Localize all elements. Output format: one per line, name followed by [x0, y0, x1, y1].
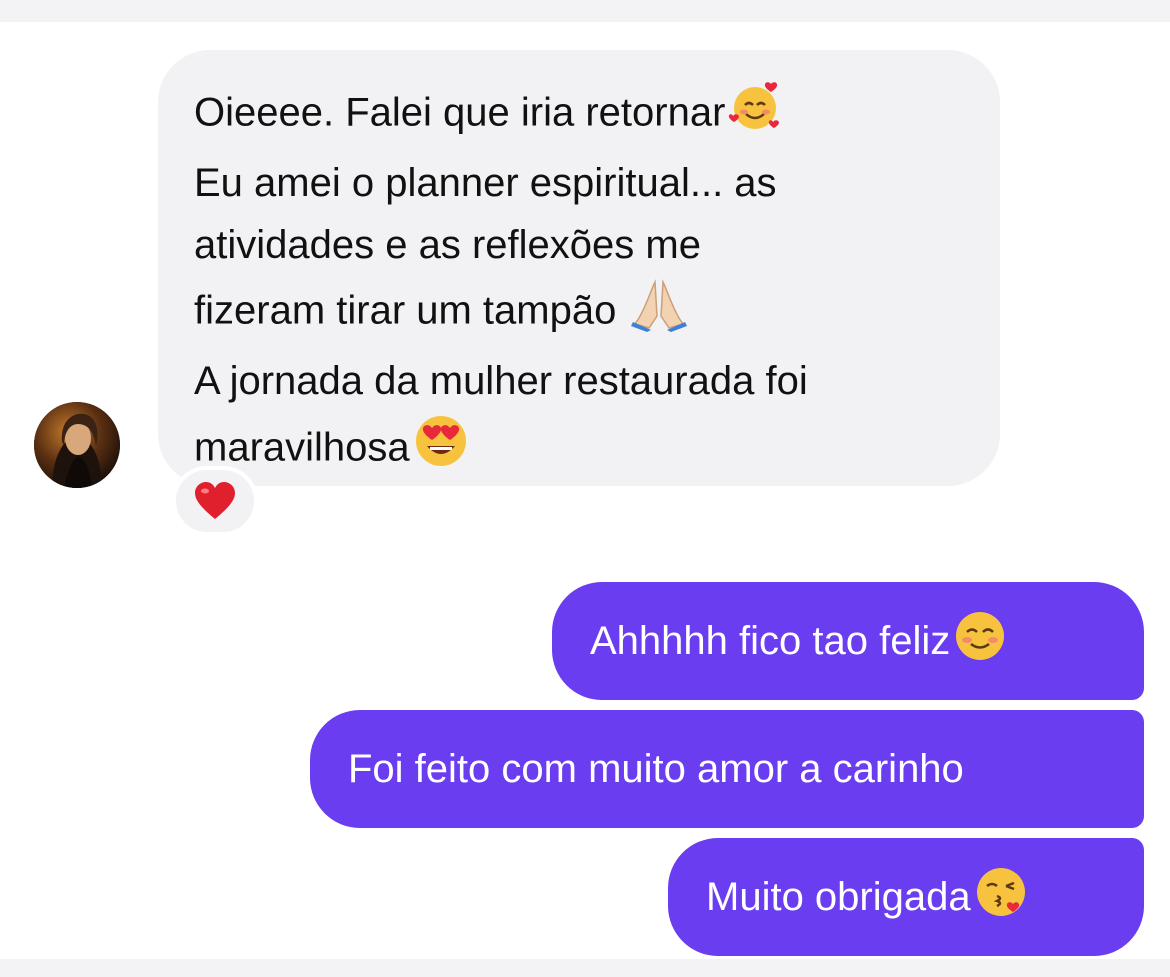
incoming-line-text: Oieeee. Falei que iria retornar — [194, 90, 726, 135]
outgoing-message-bubble[interactable]: Foi feito com muito amor a carinho — [310, 710, 1144, 828]
incoming-message-line: atividades e as reflexões me — [194, 223, 701, 267]
incoming-line-text: maravilhosa — [194, 425, 410, 470]
outgoing-message-bubble[interactable]: Muito obrigada — [668, 838, 1144, 956]
incoming-message-line: Oieeee. Falei que iria retornar — [194, 78, 970, 152]
heart-eyes-face-icon — [412, 412, 470, 488]
incoming-message-line: fizeram tirar um tampão — [194, 276, 970, 350]
face-blowing-kiss-icon — [973, 864, 1029, 931]
incoming-message-line: A jornada da mulher restaurada foi — [194, 359, 808, 403]
incoming-message-line: maravilhosa — [194, 412, 970, 488]
smiling-blushing-face-icon — [952, 608, 1008, 675]
red-heart-icon — [195, 482, 235, 519]
avatar-photo — [34, 402, 120, 488]
outgoing-message-bubble[interactable]: Ahhhhh fico tao feliz — [552, 582, 1144, 700]
incoming-message-bubble[interactable]: Oieeee. Falei que iria retornar Eu amei … — [158, 50, 1000, 486]
reaction-badge[interactable] — [172, 466, 258, 536]
avatar[interactable] — [34, 402, 120, 488]
outgoing-message-text: Foi feito com muito amor a carinho — [348, 747, 964, 791]
folded-hands-icon — [629, 276, 689, 350]
top-strip — [0, 0, 1170, 22]
incoming-message-line: Eu amei o planner espiritual... as — [194, 161, 777, 205]
outgoing-message-text: Ahhhhh fico tao feliz — [590, 619, 951, 663]
incoming-line-text: fizeram tirar um tampão — [194, 288, 617, 333]
outgoing-message-text: Muito obrigada — [706, 875, 971, 919]
smiling-face-with-hearts-icon — [727, 78, 783, 152]
bottom-strip — [0, 959, 1170, 977]
